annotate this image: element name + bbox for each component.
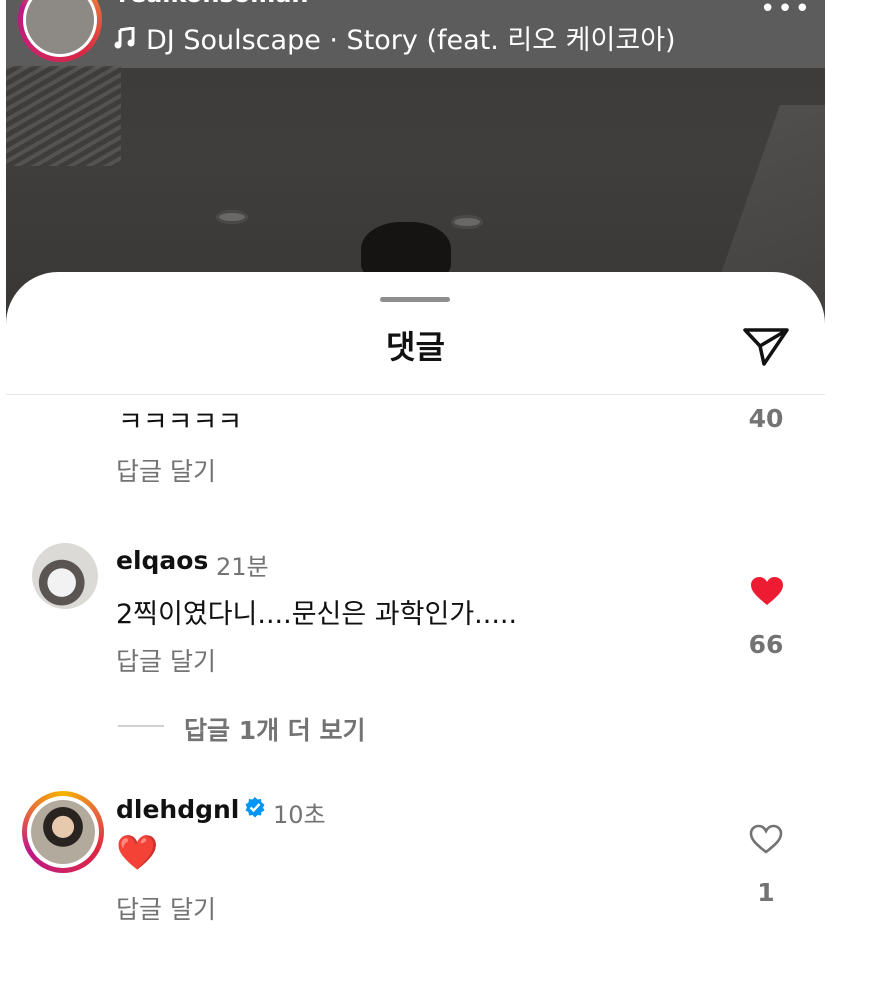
comments-sheet	[6, 272, 825, 992]
story-music-label: DJ Soulscape · Story (feat. 리오 케이코아)	[146, 25, 676, 56]
verified-badge-icon	[245, 797, 265, 818]
sheet-title: 댓글	[386, 328, 445, 366]
music-note-icon	[114, 26, 135, 48]
reply-button[interactable]: 답글 달기	[116, 642, 216, 678]
replies-divider	[118, 725, 164, 727]
comment-time: 10초	[273, 801, 326, 829]
reply-button[interactable]: 답글 달기	[116, 452, 216, 488]
comment-text: ❤️	[116, 833, 159, 873]
comment-text: ㅋㅋㅋㅋㅋ	[118, 407, 243, 438]
paper-plane-icon[interactable]	[742, 326, 790, 368]
comment-text: 2찍이였다니....문신은 과학인가.....	[116, 599, 518, 630]
view-more-replies-button[interactable]: 답글 1개 더 보기	[184, 711, 366, 747]
ceiling-vent	[6, 66, 121, 166]
like-count: 40	[748, 404, 784, 433]
comment-username[interactable]: elqaos	[116, 546, 208, 575]
comment-time: 21분	[216, 553, 269, 581]
heart-filled-icon[interactable]	[750, 576, 784, 606]
like-count: 66	[748, 630, 784, 659]
heart-outline-icon[interactable]	[749, 824, 783, 854]
comment-username[interactable]: dlehdgnl	[116, 795, 239, 824]
avatar-story-ring[interactable]	[22, 791, 104, 873]
ceiling-light	[451, 215, 483, 229]
reply-button[interactable]: 답글 달기	[116, 890, 216, 926]
sheet-drag-handle[interactable]	[380, 297, 450, 302]
story-music-tag[interactable]: DJ Soulscape · Story (feat. 리오 케이코아)	[114, 18, 676, 57]
more-horizontal-icon[interactable]: •••	[760, 0, 812, 24]
avatar	[31, 800, 95, 864]
like-count: 1	[757, 878, 775, 907]
ceiling-light	[216, 210, 248, 224]
avatar[interactable]	[32, 543, 98, 609]
story-username[interactable]: realkohsoman	[118, 0, 309, 8]
sheet-divider	[6, 394, 825, 395]
